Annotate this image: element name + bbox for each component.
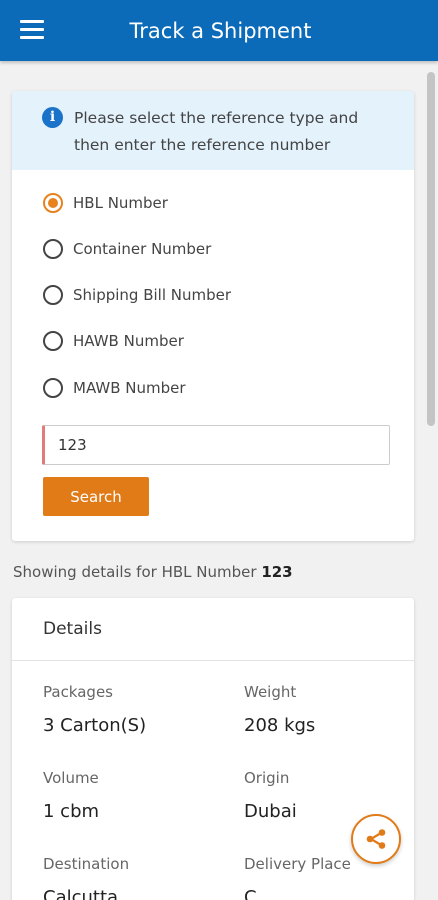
divider [12, 660, 414, 661]
radio-mawb-number[interactable]: MAWB Number [43, 378, 186, 398]
origin-value: Dubai [244, 801, 297, 822]
weight-value: 208 kgs [244, 715, 316, 736]
details-card: Details Packages 3 Carton(S) Weight 208 … [12, 598, 414, 900]
radio-hbl-number[interactable]: HBL Number [43, 193, 168, 213]
info-text: Please select the reference type and the… [74, 109, 359, 154]
details-title: Details [43, 619, 102, 639]
radio-shipping-bill-number[interactable]: Shipping Bill Number [43, 285, 231, 305]
radio-label: HBL Number [73, 194, 168, 212]
radio-label: HAWB Number [73, 332, 184, 350]
weight-label: Weight [244, 683, 297, 701]
radio-label: MAWB Number [73, 379, 186, 397]
share-icon [366, 829, 386, 849]
radio-button[interactable] [43, 378, 63, 398]
result-prefix: Showing details for HBL Number [13, 563, 257, 581]
radio-button[interactable] [43, 239, 63, 259]
radio-label: Container Number [73, 240, 212, 258]
reference-input[interactable] [42, 425, 390, 465]
packages-value: 3 Carton(S) [43, 715, 147, 736]
volume-label: Volume [43, 769, 99, 787]
origin-label: Origin [244, 769, 290, 787]
radio-button[interactable] [43, 331, 63, 351]
radio-button[interactable] [43, 193, 63, 213]
page-title: Track a Shipment [129, 18, 312, 43]
delivery-place-label: Delivery Place [244, 855, 351, 873]
search-button[interactable]: Search [43, 477, 149, 516]
search-card: i Please select the reference type and t… [12, 91, 414, 541]
radio-button[interactable] [43, 285, 63, 305]
result-summary: Showing details for HBL Number 123 [13, 563, 293, 581]
destination-label: Destination [43, 855, 130, 873]
radio-hawb-number[interactable]: HAWB Number [43, 331, 184, 351]
info-icon: i [42, 107, 63, 128]
destination-value: Calcutta [43, 887, 119, 900]
radio-label: Shipping Bill Number [73, 286, 232, 304]
packages-label: Packages [43, 683, 113, 701]
app-bar: Track a Shipment [0, 0, 438, 61]
scrollbar[interactable] [427, 72, 435, 426]
radio-container-number[interactable]: Container Number [43, 239, 211, 259]
result-reference: 123 [261, 563, 293, 581]
info-banner: i Please select the reference type and t… [12, 91, 414, 170]
share-button[interactable] [351, 814, 401, 864]
volume-value: 1 cbm [43, 801, 100, 822]
menu-icon[interactable] [20, 20, 44, 40]
delivery-place-value: C [244, 887, 257, 900]
